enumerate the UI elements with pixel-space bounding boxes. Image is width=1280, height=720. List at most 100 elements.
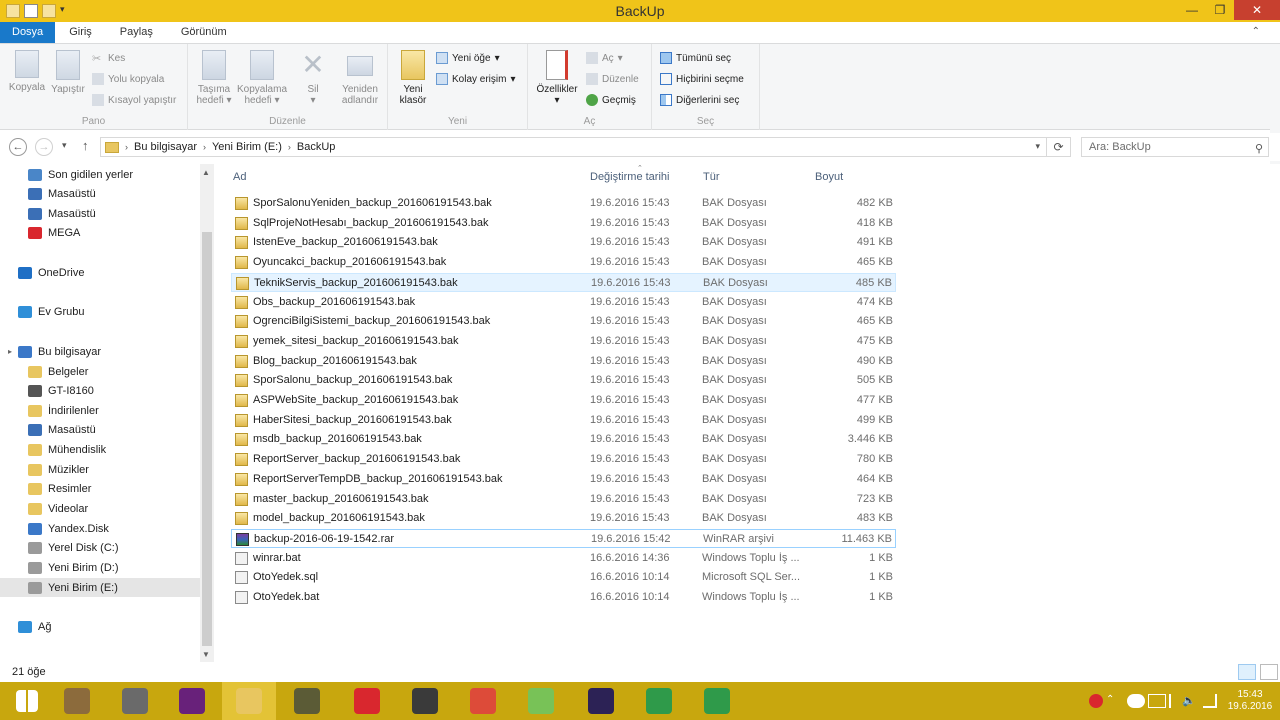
scrollbar-thumb[interactable] — [202, 232, 212, 646]
column-header-name[interactable]: Ad — [233, 171, 246, 183]
file-row[interactable]: master_backup_201606191543.bak 19.6.2016 … — [231, 490, 896, 509]
nav-item[interactable]: Yerel Disk (C:) — [0, 538, 200, 557]
chevron-up-icon[interactable]: ⌃ — [1106, 694, 1124, 708]
ribbon-collapse-icon[interactable]: ⌃ — [1252, 26, 1260, 37]
column-header-size[interactable]: Boyut — [815, 171, 843, 183]
file-row[interactable]: OtoYedek.bat 16.6.2016 10:14 Windows Toplu… — [231, 588, 896, 607]
nav-item[interactable]: Masaüstü — [0, 184, 200, 203]
paint-icon[interactable] — [50, 682, 104, 720]
nav-item[interactable]: Masaüstü — [0, 204, 200, 223]
nav-item[interactable]: Yandex.Disk — [0, 519, 200, 538]
recorder-icon[interactable] — [340, 682, 394, 720]
clock[interactable]: 15:43 19.6.2016 — [1220, 689, 1280, 713]
visual-studio-icon[interactable] — [165, 682, 219, 720]
properties-icon[interactable] — [24, 4, 38, 18]
copy-to-button[interactable]: Kopyalama hedefi ▾ — [236, 50, 288, 106]
android-studio-icon[interactable] — [514, 682, 568, 720]
address-dropdown-icon[interactable]: ▾ — [1035, 141, 1040, 152]
nav-item[interactable]: Videolar — [0, 499, 200, 518]
select-none-button[interactable]: Hiçbirini seçme — [660, 73, 744, 85]
new-folder-icon[interactable] — [42, 4, 56, 18]
invert-selection-button[interactable]: Diğerlerini seç — [660, 94, 739, 106]
file-row[interactable]: yemek_sitesi_backup_201606191543.bak 19.6… — [231, 332, 896, 351]
flag-icon[interactable] — [1169, 694, 1179, 708]
minimize-button[interactable]: — — [1178, 0, 1206, 20]
nav-item[interactable]: Resimler — [0, 479, 200, 498]
file-row[interactable]: SporSalonu_backup_201606191543.bak 19.6.2… — [231, 371, 896, 390]
nav-item[interactable]: Belgeler — [0, 362, 200, 381]
tab-giris[interactable]: Giriş — [55, 22, 106, 43]
cut-button[interactable]: ✂ Kes — [92, 52, 125, 66]
recent-locations-icon[interactable]: ▾ — [62, 140, 67, 151]
nav-item[interactable]: Yeni Birim (D:) — [0, 558, 200, 577]
copy-button[interactable]: Kopyala — [6, 50, 48, 93]
paste-shortcut-button[interactable]: Kısayol yapıştır — [92, 94, 176, 106]
edit-button[interactable]: Düzenle — [586, 73, 639, 85]
nav-item[interactable]: Ağ — [0, 617, 200, 636]
file-row[interactable]: ASPWebSite_backup_201606191543.bak 19.6.2… — [231, 391, 896, 410]
battery-icon[interactable] — [1148, 694, 1166, 708]
nav-item[interactable]: MEGA — [0, 223, 200, 242]
file-row[interactable]: msdb_backup_201606191543.bak 19.6.2016 15… — [231, 430, 896, 449]
file-row[interactable]: backup-2016-06-19-1542.rar 19.6.2016 15:4… — [231, 528, 896, 548]
refresh-button[interactable]: ⟳ — [1047, 137, 1071, 157]
select-all-button[interactable]: Tümünü seç — [660, 52, 731, 64]
open-button[interactable]: Aç ▾ — [586, 52, 623, 64]
nav-item[interactable]: ▸ Bu bilgisayar — [0, 342, 200, 361]
expand-chevron-icon[interactable]: ▸ — [8, 347, 12, 356]
file-row[interactable]: Blog_backup_201606191543.bak 19.6.2016 15… — [231, 352, 896, 371]
file-row[interactable]: ReportServer_backup_201606191543.bak 19.6… — [231, 450, 896, 469]
nav-item[interactable]: OneDrive — [0, 263, 200, 282]
file-explorer-icon[interactable] — [222, 682, 276, 720]
nav-item[interactable]: Masaüstü — [0, 420, 200, 439]
volume-icon[interactable]: 🔈 — [1182, 694, 1200, 708]
file-row[interactable]: IstenEve_backup_201606191543.bak 19.6.201… — [231, 233, 896, 252]
close-button[interactable]: ✕ — [1234, 0, 1280, 20]
file-row[interactable]: Obs_backup_201606191543.bak 19.6.2016 15:… — [231, 293, 896, 312]
scroll-up-icon[interactable]: ▲ — [202, 168, 210, 177]
tab-dosya[interactable]: Dosya — [0, 22, 56, 43]
easy-access-button[interactable]: Kolay erişim ▾ — [436, 73, 516, 85]
nav-scrollbar[interactable]: ▲ ▼ — [200, 164, 214, 662]
pen-tool-icon[interactable] — [398, 682, 452, 720]
eclipse-icon[interactable] — [574, 682, 628, 720]
mega-tray-icon[interactable] — [1089, 694, 1103, 708]
nav-item[interactable]: Son gidilen yerler — [0, 165, 200, 184]
tab-paylas[interactable]: Paylaş — [106, 22, 167, 43]
file-row[interactable]: OgrenciBilgiSistemi_backup_201606191543.… — [231, 312, 896, 331]
breadcrumb-backup[interactable]: BackUp — [297, 141, 336, 153]
large-icons-view-button[interactable] — [1260, 664, 1278, 680]
file-row[interactable]: ReportServerTempDB_backup_201606191543.b… — [231, 470, 896, 489]
address-box[interactable]: › Bu bilgisayar › Yeni Birim (E:) › Back… — [100, 137, 1047, 157]
forward-button[interactable]: → — [35, 138, 53, 156]
back-button[interactable]: ← — [9, 138, 27, 156]
customize-qat-icon[interactable]: ▾ — [60, 4, 70, 18]
camtasia-recorder-icon[interactable] — [690, 682, 744, 720]
file-row[interactable]: TeknikServis_backup_201606191543.bak 19.6… — [231, 272, 896, 292]
properties-button[interactable]: Özellikler ▾ — [532, 50, 582, 106]
file-row[interactable]: Oyuncakci_backup_201606191543.bak 19.6.20… — [231, 253, 896, 272]
column-header-type[interactable]: Tür — [703, 171, 720, 183]
file-row[interactable]: model_backup_201606191543.bak 19.6.2016 1… — [231, 509, 896, 528]
breadcrumb-yeni-birim-e[interactable]: Yeni Birim (E:) — [212, 141, 282, 153]
column-header-date[interactable]: Değiştirme tarihi — [590, 171, 669, 183]
file-row[interactable]: SqlProjeNotHesabı_backup_201606191543.ba… — [231, 214, 896, 233]
search-input[interactable]: Ara: BackUp ⚲ — [1081, 137, 1269, 157]
nav-item[interactable]: Mühendislik — [0, 440, 200, 459]
file-row[interactable]: OtoYedek.sql 16.6.2016 10:14 Microsoft SQL… — [231, 568, 896, 587]
history-button[interactable]: Geçmiş — [586, 94, 636, 106]
nav-item[interactable]: Müzikler — [0, 460, 200, 479]
details-view-button[interactable] — [1238, 664, 1256, 680]
copy-path-button[interactable]: Yolu kopyala — [92, 73, 164, 85]
up-arrow-icon[interactable]: ↑ — [82, 138, 89, 153]
scroll-down-icon[interactable]: ▼ — [202, 650, 210, 659]
tools-icon[interactable] — [108, 682, 162, 720]
paste-button[interactable]: Yapıştır — [48, 50, 88, 95]
onedrive-tray-icon[interactable] — [1127, 694, 1145, 708]
nav-item[interactable]: Ev Grubu — [0, 302, 200, 321]
nav-item[interactable]: İndirilenler — [0, 401, 200, 420]
breadcrumb-bu-bilgisayar[interactable]: Bu bilgisayar — [134, 141, 197, 153]
maximize-button[interactable]: ❐ — [1206, 0, 1234, 20]
nav-item[interactable]: Yeni Birim (E:) — [0, 578, 200, 597]
chrome-icon[interactable] — [456, 682, 510, 720]
